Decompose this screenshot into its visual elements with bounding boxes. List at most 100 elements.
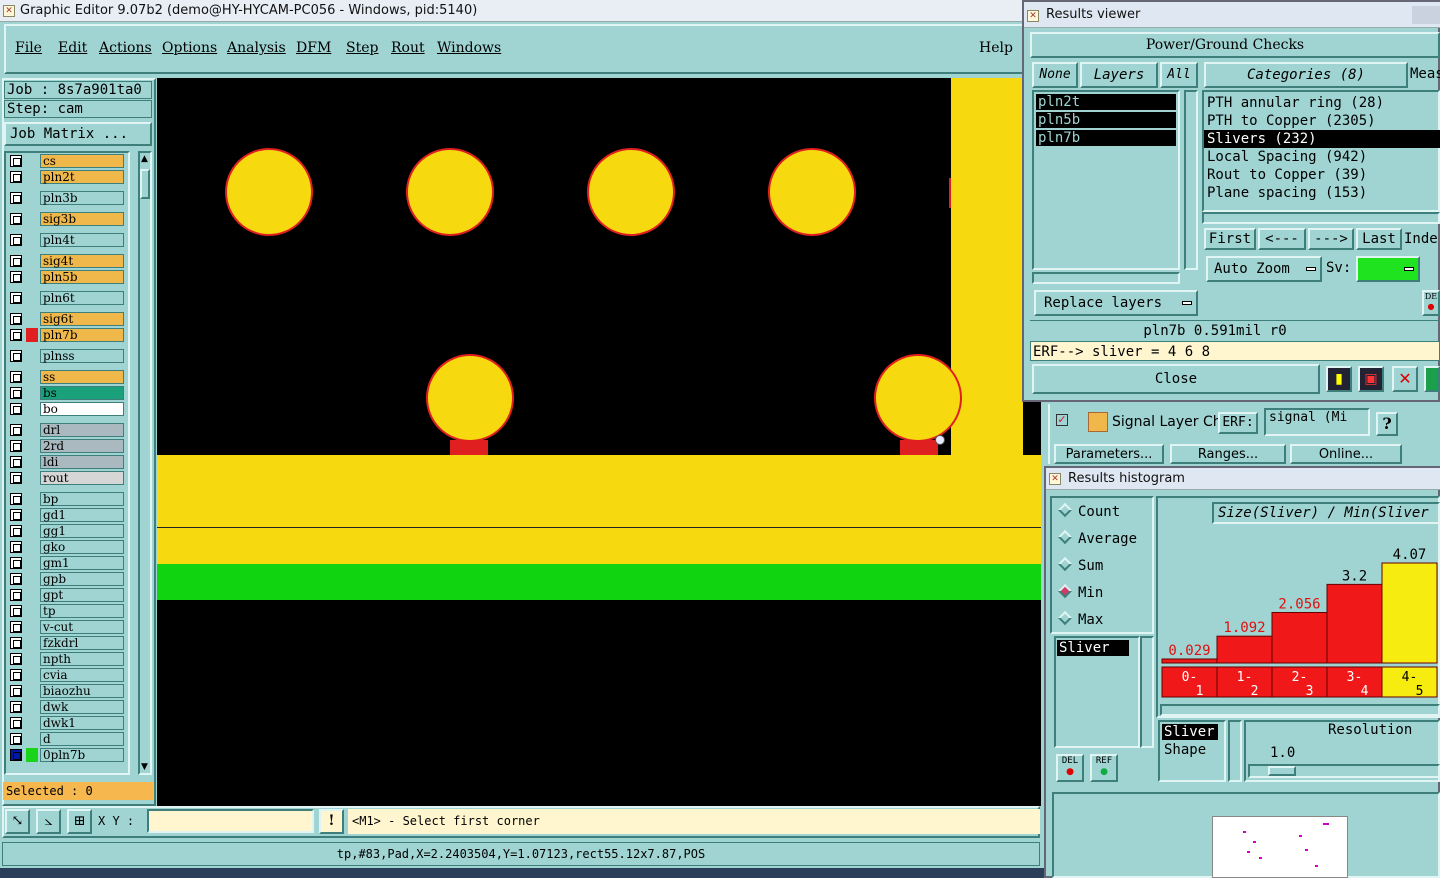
highlight-icon[interactable]: ▮ bbox=[1326, 366, 1352, 392]
layer-row-rout[interactable]: rout bbox=[8, 471, 124, 485]
layer-row-plnss[interactable]: plnss bbox=[8, 349, 124, 363]
next-button[interactable]: ---> bbox=[1308, 228, 1354, 250]
resolution-slider[interactable] bbox=[1248, 764, 1440, 778]
clear-icon[interactable]: ✕ bbox=[1392, 366, 1418, 392]
layer-row-gg1[interactable]: gg1 bbox=[8, 524, 124, 538]
shape-scroll[interactable] bbox=[1228, 720, 1242, 782]
radio-average[interactable]: Average bbox=[1057, 529, 1137, 547]
layer-name[interactable]: dwk bbox=[40, 700, 124, 714]
help-button[interactable]: ? bbox=[1376, 412, 1398, 436]
layer-checkbox[interactable] bbox=[10, 472, 22, 484]
snapshot-icon[interactable]: ▣ bbox=[1358, 366, 1384, 392]
menu-rout[interactable]: Rout bbox=[391, 40, 425, 56]
category-item[interactable]: Local Spacing (942) bbox=[1204, 148, 1440, 166]
layer-name[interactable]: drl bbox=[40, 423, 124, 437]
layer-checkbox[interactable] bbox=[10, 440, 22, 452]
rv-layer-item[interactable]: pln7b bbox=[1036, 130, 1176, 146]
xy-input[interactable] bbox=[147, 809, 314, 833]
layer-checkbox[interactable] bbox=[10, 589, 22, 601]
del-icon[interactable]: DE ● bbox=[1422, 290, 1440, 316]
layer-row-bs[interactable]: bs bbox=[8, 386, 124, 400]
histogram-bar[interactable] bbox=[1161, 658, 1218, 664]
layer-row-d[interactable]: d bbox=[8, 732, 124, 746]
layer-checkbox[interactable] bbox=[10, 213, 22, 225]
category-hscroll[interactable] bbox=[1202, 212, 1440, 224]
parameters-button[interactable]: Parameters... bbox=[1054, 444, 1164, 464]
close-button[interactable]: Close bbox=[1032, 364, 1320, 394]
layer-name[interactable]: pln2t bbox=[40, 170, 124, 184]
layer-row-sig6t[interactable]: sig6t bbox=[8, 312, 124, 326]
category-item[interactable]: PTH annular ring (28) bbox=[1204, 94, 1440, 112]
layer-name[interactable]: rout bbox=[40, 471, 124, 485]
layer-checkbox[interactable] bbox=[10, 424, 22, 436]
histogram-bar[interactable] bbox=[1216, 635, 1273, 664]
layer-row-ss[interactable]: ss bbox=[8, 370, 124, 384]
layer-name[interactable]: pln4t bbox=[40, 233, 124, 247]
auto-zoom-dropdown[interactable]: Auto Zoom bbox=[1206, 256, 1322, 282]
layer-row-gpt[interactable]: gpt bbox=[8, 588, 124, 602]
del-button[interactable]: DEL ● bbox=[1056, 754, 1084, 782]
layer-checkbox[interactable] bbox=[10, 653, 22, 665]
layer-row-biaozhu[interactable]: biaozhu bbox=[8, 684, 124, 698]
layer-name[interactable]: sig6t bbox=[40, 312, 124, 326]
ref-button[interactable]: REF ● bbox=[1090, 754, 1118, 782]
slider-thumb[interactable] bbox=[1268, 766, 1296, 776]
histogram-bar[interactable] bbox=[1326, 583, 1383, 664]
layer-name[interactable]: d bbox=[40, 732, 124, 746]
layer-checkbox[interactable] bbox=[10, 733, 22, 745]
layer-name[interactable]: biaozhu bbox=[40, 684, 124, 698]
layer-name[interactable]: pln6t bbox=[40, 291, 124, 305]
confirm-icon[interactable] bbox=[1424, 366, 1440, 392]
layer-row-dwk1[interactable]: dwk1 bbox=[8, 716, 124, 730]
radio-count[interactable]: Count bbox=[1057, 502, 1120, 520]
shape-list-item[interactable]: Sliver bbox=[1162, 724, 1218, 740]
layer-name[interactable]: cvia bbox=[40, 668, 124, 682]
layer-name[interactable]: pln3b bbox=[40, 191, 124, 205]
layer-checkbox[interactable] bbox=[10, 701, 22, 713]
layer-row-bp[interactable]: bp bbox=[8, 492, 124, 506]
histogram-list-item[interactable]: Sliver bbox=[1057, 640, 1129, 656]
layer-checkbox[interactable] bbox=[10, 685, 22, 697]
sv-color-dropdown[interactable] bbox=[1356, 256, 1420, 282]
layer-row-gpb[interactable]: gpb bbox=[8, 572, 124, 586]
layer-checkbox[interactable] bbox=[10, 749, 22, 761]
layer-checkbox[interactable] bbox=[10, 234, 22, 246]
layer-scrollbar[interactable]: ▲ ▼ bbox=[138, 151, 152, 775]
menu-analysis[interactable]: Analysis bbox=[227, 40, 286, 56]
histogram-hscroll[interactable] bbox=[1160, 704, 1440, 716]
layer-name[interactable]: 0pln7b bbox=[40, 748, 124, 762]
layer-name[interactable]: fzkdrl bbox=[40, 636, 124, 650]
first-button[interactable]: First bbox=[1204, 228, 1256, 250]
menu-windows[interactable]: Windows bbox=[437, 40, 501, 56]
layer-name[interactable]: 2rd bbox=[40, 439, 124, 453]
layer-checkbox[interactable] bbox=[10, 171, 22, 183]
layer-row-pln5b[interactable]: pln5b bbox=[8, 270, 124, 284]
layer-name[interactable]: ldi bbox=[40, 455, 124, 469]
layer-row-pln7b[interactable]: pln7b bbox=[8, 328, 124, 342]
measure-icon[interactable]: ⦣ bbox=[36, 809, 61, 834]
all-button[interactable]: All bbox=[1160, 62, 1198, 88]
layer-checkbox[interactable] bbox=[10, 271, 22, 283]
layer-name[interactable]: npth bbox=[40, 652, 124, 666]
layer-checkbox[interactable] bbox=[10, 605, 22, 617]
zoom-fit-icon[interactable]: ⤡ bbox=[5, 809, 30, 834]
layer-name[interactable]: cs bbox=[40, 154, 124, 168]
category-item[interactable]: PTH to Copper (2305) bbox=[1204, 112, 1440, 130]
layer-row-gko[interactable]: gko bbox=[8, 540, 124, 554]
layer-name[interactable]: gm1 bbox=[40, 556, 124, 570]
menu-file[interactable]: File bbox=[15, 40, 42, 56]
layer-name[interactable]: bp bbox=[40, 492, 124, 506]
checkbox-icon[interactable]: ✓ bbox=[1056, 414, 1068, 426]
erf-input[interactable]: signal (Mi bbox=[1264, 408, 1370, 436]
layer-name[interactable]: gpb bbox=[40, 572, 124, 586]
layer-name[interactable]: gg1 bbox=[40, 524, 124, 538]
menu-actions[interactable]: Actions bbox=[99, 40, 152, 56]
layer-row-ldi[interactable]: ldi bbox=[8, 455, 124, 469]
layer-checkbox[interactable] bbox=[10, 509, 22, 521]
layer-name[interactable]: tp bbox=[40, 604, 124, 618]
menu-edit[interactable]: Edit bbox=[58, 40, 87, 56]
layer-row-2rd[interactable]: 2rd bbox=[8, 439, 124, 453]
layer-checkbox[interactable] bbox=[10, 387, 22, 399]
layer-row-gm1[interactable]: gm1 bbox=[8, 556, 124, 570]
layer-name[interactable]: v-cut bbox=[40, 620, 124, 634]
